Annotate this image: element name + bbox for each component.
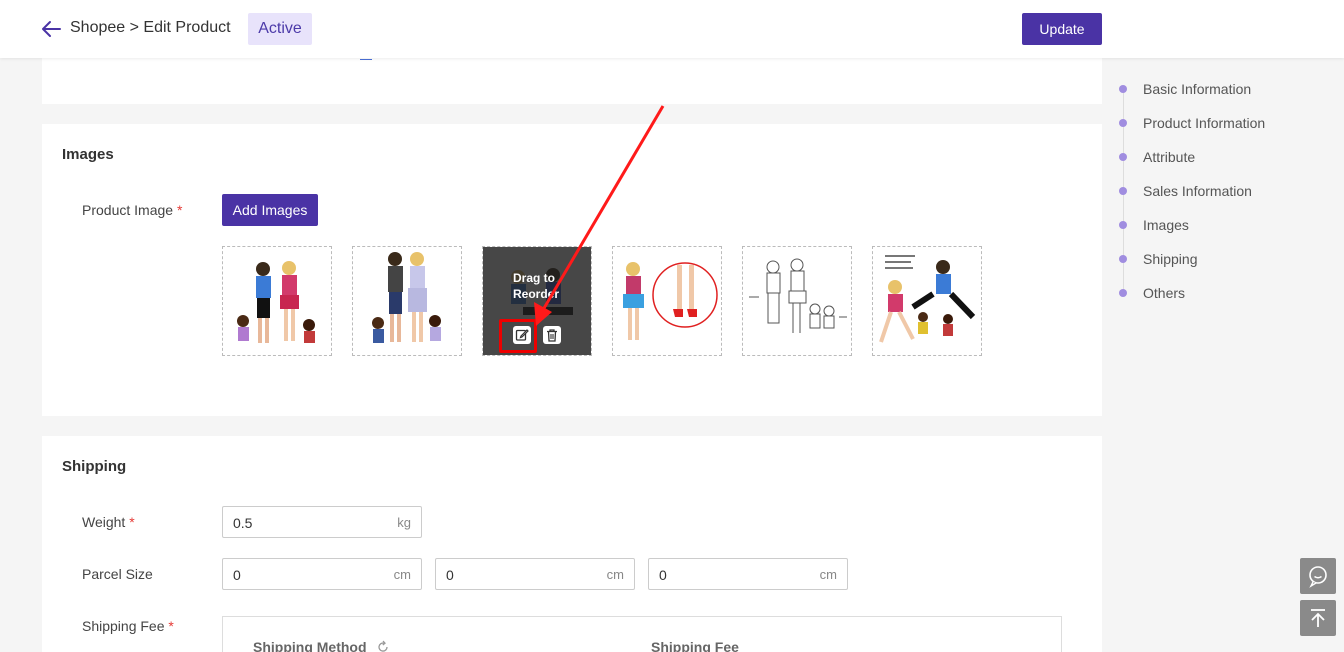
shipping-method-header-text: Shipping Method <box>253 639 367 652</box>
shipping-fee-header: Shipping Fee <box>651 639 739 652</box>
parcel-width-field: cm <box>435 558 635 590</box>
nav-dot <box>1119 221 1127 229</box>
basic-info-card-bottom <box>42 58 1102 104</box>
shipping-fee-table: Shipping Method Shipping Fee <box>222 616 1062 652</box>
required-mark: * <box>176 202 183 218</box>
required-mark: * <box>129 514 135 530</box>
nav-dot <box>1119 85 1127 93</box>
required-mark: * <box>168 618 174 634</box>
chat-bubble-icon <box>1309 566 1327 588</box>
parcel-length-input[interactable] <box>233 565 373 585</box>
weight-field: kg <box>222 506 422 538</box>
nav-label: Sales Information <box>1143 183 1252 199</box>
weight-label: Weight * <box>82 514 135 530</box>
shipping-section-title: Shipping <box>62 458 127 475</box>
edit-icon[interactable] <box>513 326 531 344</box>
parcel-height-input[interactable] <box>659 565 799 585</box>
status-badge: Active <box>248 13 312 45</box>
nav-dot <box>1119 187 1127 195</box>
parcel-height-field: cm <box>648 558 848 590</box>
product-image-label-text: Product Image <box>82 202 174 218</box>
update-button[interactable]: Update <box>1022 13 1102 45</box>
parcel-length-unit: cm <box>393 567 411 582</box>
product-image-thumbnail[interactable] <box>742 246 852 356</box>
parcel-height-unit: cm <box>819 567 837 582</box>
nav-label: Images <box>1143 217 1189 233</box>
drag-to-reorder-text: Drag to Reorder <box>513 271 560 301</box>
parcel-width-unit: cm <box>606 567 624 582</box>
parcel-size-label: Parcel Size <box>82 566 153 582</box>
add-images-button[interactable]: Add Images <box>222 194 318 226</box>
nav-dot <box>1119 255 1127 263</box>
nav-label: Others <box>1143 285 1186 301</box>
arrow-up-icon <box>1311 609 1325 627</box>
product-image-thumbnail[interactable] <box>872 246 982 356</box>
shipping-fee-label: Shipping Fee * <box>82 618 174 634</box>
parcel-length-field: cm <box>222 558 422 590</box>
parcel-width-input[interactable] <box>446 565 586 585</box>
nav-dot <box>1119 289 1127 297</box>
product-image-thumbnail[interactable] <box>612 246 722 356</box>
images-card: Images Product Image * Add Images Drag t… <box>42 124 1102 416</box>
refresh-icon[interactable] <box>376 640 390 652</box>
weight-label-text: Weight <box>82 514 126 530</box>
nav-dot <box>1119 153 1127 161</box>
breadcrumb: Shopee > Edit Product <box>70 19 231 36</box>
images-section-title: Images <box>62 146 114 163</box>
weight-input[interactable] <box>233 513 373 533</box>
back-to-top-button[interactable] <box>1300 600 1336 636</box>
nav-label: Product Information <box>1143 115 1266 131</box>
shipping-card: Shipping Weight * kg Parcel Size cm cm c… <box>42 436 1102 652</box>
top-header: Shopee > Edit Product Active Update <box>0 0 1344 58</box>
nav-dot <box>1119 119 1127 127</box>
nav-label: Attribute <box>1143 149 1196 165</box>
weight-unit: kg <box>397 515 411 530</box>
product-image-thumbnail[interactable] <box>352 246 462 356</box>
nav-label: Basic Information <box>1143 81 1252 97</box>
product-image-thumbnail-hovered[interactable]: Drag to Reorder <box>482 246 592 356</box>
trash-icon[interactable] <box>543 326 561 344</box>
shipping-fee-label-text: Shipping Fee <box>82 618 165 634</box>
nav-label: Shipping <box>1143 251 1198 267</box>
product-image-thumbnail[interactable] <box>222 246 332 356</box>
shipping-method-header: Shipping Method <box>253 639 390 652</box>
chat-button[interactable] <box>1300 558 1336 594</box>
product-image-label: Product Image * <box>82 202 182 218</box>
back-arrow-icon[interactable] <box>40 19 62 39</box>
